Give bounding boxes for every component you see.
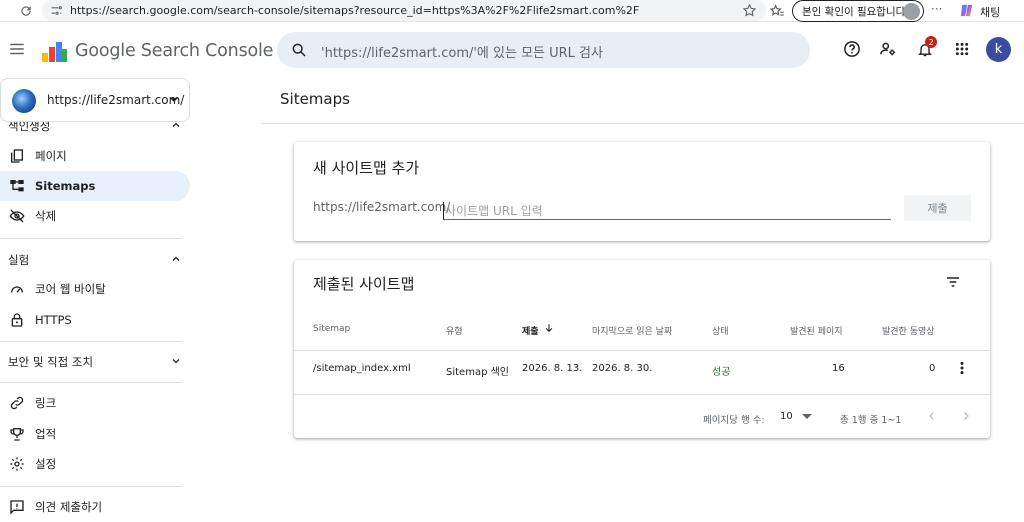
sidebar-divider [0, 486, 182, 487]
pagination-range: 총 1행 중 1~1 [840, 415, 902, 426]
gear-icon [10, 457, 24, 471]
site-info-icon[interactable] [50, 4, 63, 17]
rows-per-page-label: 페이지당 행 수: [703, 415, 765, 426]
feedback-icon [10, 500, 24, 515]
sidebar-item-label: HTTPS [35, 313, 72, 327]
property-favicon [12, 89, 36, 113]
column-header-pages[interactable]: 발견된 페이지 [790, 324, 843, 337]
link-icon [10, 396, 24, 410]
sidebar-divider [0, 341, 182, 342]
sort-descending-icon[interactable] [544, 323, 554, 333]
column-header-type[interactable]: 유형 [446, 324, 463, 337]
more-vert-icon[interactable] [958, 361, 966, 375]
caret-down-icon [170, 98, 178, 102]
search-placeholder: 'https://life2smart.com/'에 있는 모든 URL 검사 [321, 46, 603, 61]
chevron-left-icon[interactable] [926, 409, 938, 423]
cell-status: 성공 [712, 367, 731, 378]
chevron-up-icon[interactable] [170, 253, 182, 265]
sidebar-item-label: 페이지 [35, 149, 67, 163]
url-text: https://search.google.com/search-console… [70, 4, 640, 17]
sidebar-item-settings[interactable]: 설정 [0, 449, 190, 479]
add-sitemap-card: 새 사이트맵 추가 https://life2smart.com/ 제출 [294, 142, 990, 241]
sitemaps-icon [10, 180, 24, 192]
cell-sitemap[interactable]: /sitemap_index.xml [313, 363, 411, 374]
more-menu-icon[interactable]: ··· [931, 2, 942, 16]
cell-last-read: 2026. 8. 30. [592, 363, 653, 374]
url-inspection-search[interactable]: 'https://life2smart.com/'에 있는 모든 URL 검사 [277, 32, 810, 68]
cell-pages: 16 [832, 363, 845, 374]
sidebar-divider [0, 238, 182, 239]
row-divider [294, 394, 990, 395]
cell-videos: 0 [929, 363, 936, 374]
sitemap-url-input[interactable] [443, 202, 891, 220]
cell-submitted: 2026. 8. 13. [522, 363, 583, 374]
user-avatar[interactable]: k [986, 37, 1011, 62]
submitted-sitemaps-card: 제출된 사이트맵 Sitemap 유형 제출 마지막으로 읽은 날짜 상태 발견… [294, 260, 990, 438]
property-url: https://life2smart.com/ [47, 93, 185, 107]
app-header: Google Search Console 'https://life2smar… [0, 22, 1024, 78]
section-security-label: 보안 및 직접 조치 [8, 355, 94, 369]
signin-label: 본인 확인이 필요합니다. [802, 5, 909, 18]
column-header-videos[interactable]: 발견한 동영상 [882, 324, 935, 337]
sidebar-item-label: 코어 웹 바이탈 [35, 282, 106, 296]
cell-type: Sitemap 색인 [446, 367, 509, 378]
sidebar-item-label: 의견 제출하기 [35, 500, 103, 514]
sidebar-item-label: 설정 [35, 457, 57, 471]
hamburger-menu-icon[interactable] [8, 40, 26, 58]
sidebar-item-label: 링크 [35, 396, 57, 410]
chat-label[interactable]: 채팅 [980, 4, 1000, 20]
pages-icon [11, 149, 23, 163]
column-header-sitemap[interactable]: Sitemap [313, 324, 350, 334]
favorites-icon[interactable] [769, 3, 785, 19]
sidebar-item-feedback[interactable]: 의견 제출하기 [0, 492, 190, 522]
notification-badge: 2 [925, 36, 937, 48]
copilot-icon[interactable] [958, 2, 975, 19]
sidebar-item-core-web-vitals[interactable]: 코어 웹 바이탈 [0, 274, 190, 304]
sidebar-divider [0, 382, 182, 383]
reload-icon[interactable] [16, 1, 36, 21]
address-bar[interactable]: https://search.google.com/search-console… [42, 0, 766, 21]
add-sitemap-title: 새 사이트맵 추가 [313, 159, 420, 177]
removals-icon [9, 209, 25, 223]
sidebar-item-https[interactable]: HTTPS [0, 305, 190, 335]
rows-per-page-select[interactable]: 10 [780, 411, 793, 422]
search-console-logo [42, 42, 67, 62]
gauge-icon [11, 286, 23, 293]
title-divider [261, 123, 1024, 124]
bookmark-star-icon[interactable] [742, 3, 757, 18]
profile-avatar [903, 3, 920, 20]
trophy-icon [10, 428, 24, 441]
sidebar-item-sitemaps[interactable]: Sitemaps [0, 171, 190, 201]
help-icon[interactable] [841, 38, 863, 60]
sidebar-item-removals[interactable]: 삭제 [0, 201, 190, 231]
header-divider [294, 350, 990, 351]
sidebar-item-achievements[interactable]: 업적 [0, 419, 190, 449]
property-selector[interactable]: https://life2smart.com/ [0, 78, 190, 122]
sidebar-item-links[interactable]: 링크 [0, 388, 190, 418]
profile-signin-button[interactable]: 본인 확인이 필요합니다. [792, 0, 924, 22]
submit-button[interactable]: 제출 [904, 195, 971, 221]
column-header-last-read[interactable]: 마지막으로 읽은 날짜 [592, 324, 672, 337]
section-experience-label: 실험 [8, 253, 30, 267]
column-header-status[interactable]: 상태 [712, 324, 729, 337]
product-name: Google Search Console [75, 41, 274, 61]
sidebar-item-pages[interactable]: 페이지 [0, 141, 190, 171]
sidebar-item-label: Sitemaps [35, 179, 96, 193]
lock-icon [11, 313, 23, 327]
filter-icon[interactable] [945, 274, 961, 290]
chevron-right-icon[interactable] [960, 409, 972, 423]
page-title: Sitemaps [280, 90, 350, 108]
manage-users-icon[interactable] [877, 38, 899, 60]
browser-toolbar: https://search.google.com/search-console… [0, 0, 1024, 22]
sidebar-item-label: 업적 [35, 427, 57, 441]
search-icon [292, 43, 306, 57]
sidebar-item-label: 삭제 [35, 209, 57, 223]
column-header-submitted[interactable]: 제출 [522, 324, 539, 337]
caret-down-icon[interactable] [802, 414, 812, 420]
submitted-sitemaps-title: 제출된 사이트맵 [313, 275, 415, 293]
chevron-down-icon[interactable] [170, 355, 182, 367]
apps-grid-icon[interactable] [951, 38, 973, 60]
sitemap-url-prefix: https://life2smart.com/ [313, 200, 451, 214]
